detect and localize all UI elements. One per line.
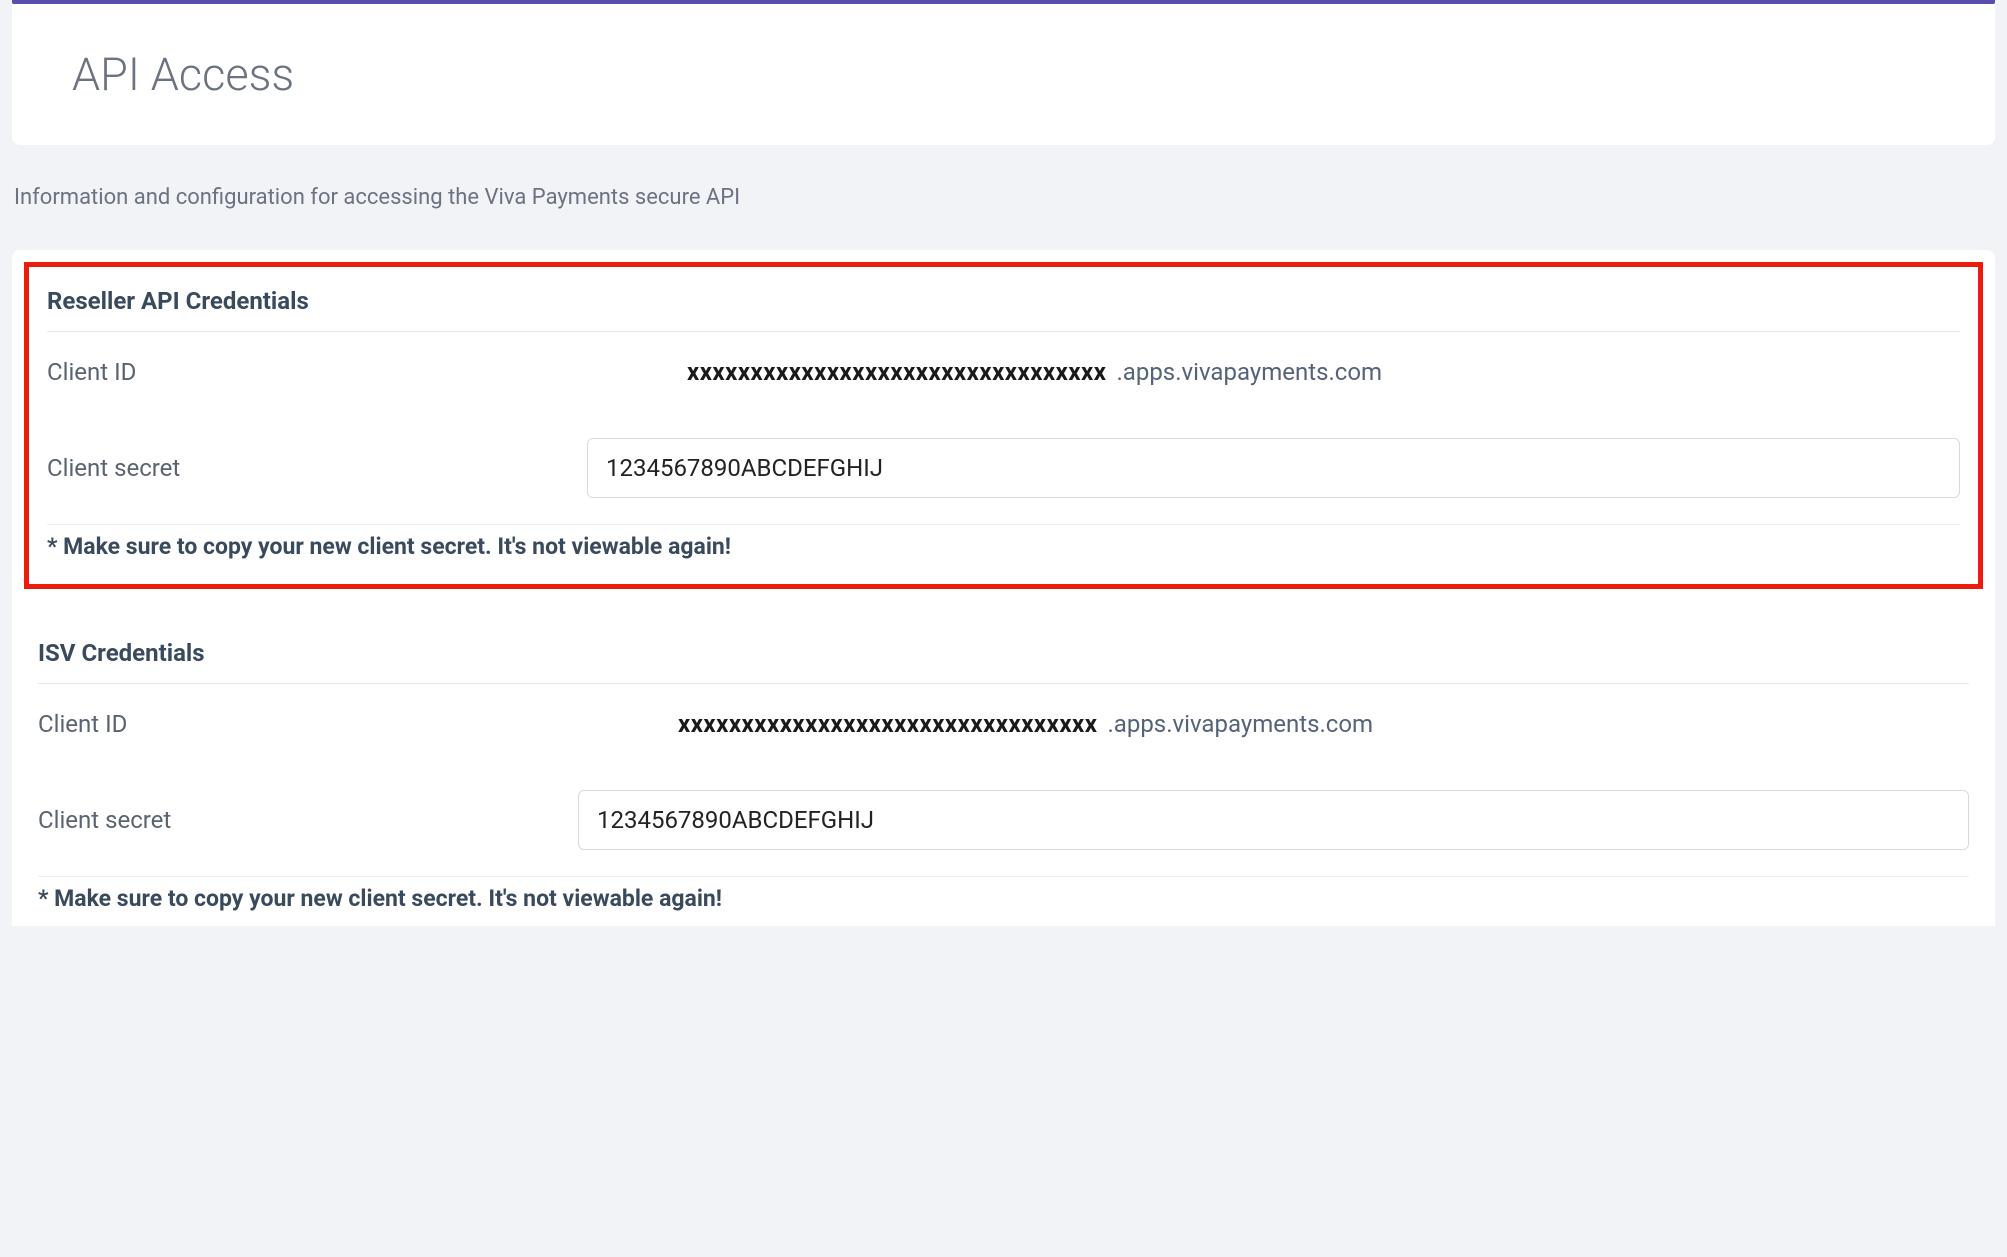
isv-secret-warning: * Make sure to copy your new client secr… [38,877,1969,926]
page-title: API Access [72,48,1935,101]
reseller-highlight-frame: Reseller API Credentials Client ID xxxxx… [24,262,1983,589]
isv-client-id-label: Client ID [38,710,578,738]
isv-client-id-masked: xxxxxxxxxxxxxxxxxxxxxxxxxxxxxxxxx [678,710,1097,738]
page-header-card: API Access [12,4,1995,145]
page-description: Information and configuration for access… [14,185,2007,210]
isv-client-secret-input[interactable] [578,790,1969,850]
reseller-client-id-suffix: .apps.vivapayments.com [1116,358,1382,386]
reseller-client-id-wrap: xxxxxxxxxxxxxxxxxxxxxxxxxxxxxxxxx .apps.… [687,358,1382,386]
reseller-client-secret-row: Client secret [47,412,1960,525]
reseller-secret-warning: * Make sure to copy your new client secr… [47,525,1960,574]
isv-section-title: ISV Credentials [38,627,1969,684]
isv-client-id-suffix: .apps.vivapayments.com [1107,710,1373,738]
reseller-client-id-row: Client ID xxxxxxxxxxxxxxxxxxxxxxxxxxxxxx… [47,332,1960,412]
reseller-section-title: Reseller API Credentials [47,275,1960,332]
isv-client-id-row: Client ID xxxxxxxxxxxxxxxxxxxxxxxxxxxxxx… [38,684,1969,764]
isv-client-secret-label: Client secret [38,806,578,834]
isv-client-id-value-area: xxxxxxxxxxxxxxxxxxxxxxxxxxxxxxxxx .apps.… [578,710,1969,738]
isv-client-secret-value-area [578,790,1969,850]
isv-client-id-wrap: xxxxxxxxxxxxxxxxxxxxxxxxxxxxxxxxx .apps.… [678,710,1373,738]
reseller-client-id-value-area: xxxxxxxxxxxxxxxxxxxxxxxxxxxxxxxxx .apps.… [587,358,1960,386]
isv-client-secret-row: Client secret [38,764,1969,877]
reseller-client-id-label: Client ID [47,358,587,386]
isv-section: ISV Credentials Client ID xxxxxxxxxxxxxx… [12,627,1995,926]
reseller-section: Reseller API Credentials Client ID xxxxx… [29,267,1978,584]
reseller-client-secret-label: Client secret [47,454,587,482]
reseller-client-secret-value-area [587,438,1960,498]
reseller-client-secret-input[interactable] [587,438,1960,498]
content-card: Reseller API Credentials Client ID xxxxx… [12,250,1995,926]
reseller-client-id-masked: xxxxxxxxxxxxxxxxxxxxxxxxxxxxxxxxx [687,358,1106,386]
